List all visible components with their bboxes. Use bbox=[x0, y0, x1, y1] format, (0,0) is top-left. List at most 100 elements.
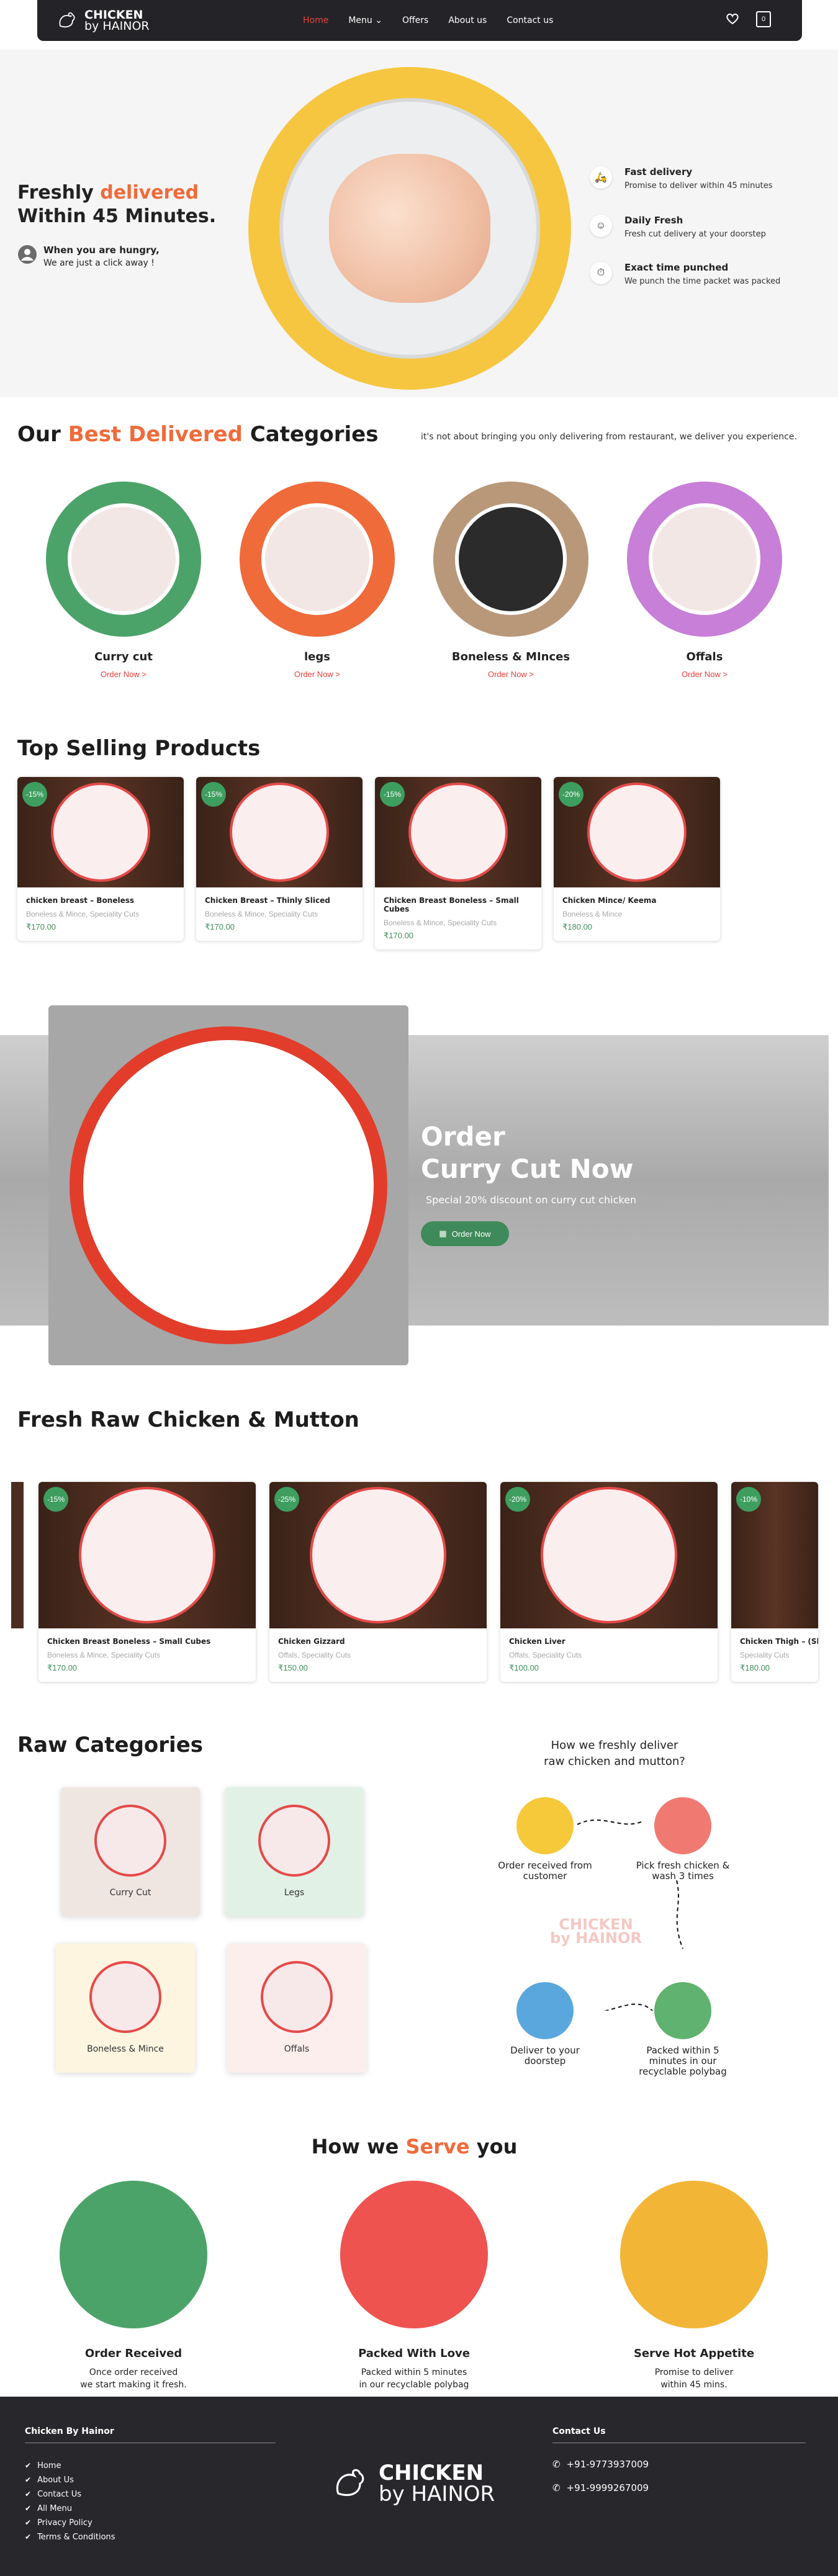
nav-menu[interactable]: Menu ⌄ bbox=[348, 16, 382, 25]
serve-title-part2: you bbox=[469, 2135, 518, 2158]
banner-line-1: Order bbox=[421, 1121, 505, 1152]
product-card[interactable]: -15% chicken breast – Boneless Boneless … bbox=[17, 777, 184, 941]
top-selling-title: Top Selling Products bbox=[17, 736, 261, 761]
discount-badge: -10% bbox=[736, 1487, 761, 1512]
category-legs[interactable]: legs Order Now > bbox=[240, 482, 395, 679]
product-image: -20% bbox=[554, 777, 720, 887]
feature-daily-fresh: ☺ Daily Fresh Fresh cut delivery at your … bbox=[590, 215, 766, 239]
phone-icon: ✆ bbox=[552, 2459, 561, 2470]
product-categories: Speciality Cuts bbox=[740, 1651, 790, 1659]
raw-category-name: Curry Cut bbox=[109, 1888, 151, 1898]
raw-category-offals[interactable]: Offals bbox=[227, 1944, 366, 2073]
cart-button[interactable]: 0 bbox=[756, 11, 771, 27]
product-image: -15% bbox=[196, 777, 363, 887]
nav-about[interactable]: About us bbox=[448, 16, 487, 25]
chicken-logo-icon bbox=[59, 12, 75, 28]
product-card[interactable]: -20% Chicken Mince/ Keema Boneless & Min… bbox=[554, 777, 720, 941]
category-boneless[interactable]: Boneless & MInces Order Now > bbox=[433, 482, 588, 679]
chicken-logo-icon bbox=[336, 2469, 364, 2497]
top-navbar: CHICKEN by HAINOR Home Menu ⌄ Offers Abo… bbox=[37, 0, 802, 41]
raw-category-curry-cut[interactable]: Curry Cut bbox=[61, 1787, 200, 1916]
footer-logo[interactable]: CHICKEN by HAINOR bbox=[330, 2462, 495, 2505]
raw-category-boneless[interactable]: Boneless & Mince bbox=[56, 1944, 195, 2073]
category-photo bbox=[261, 503, 373, 615]
category-photo bbox=[455, 503, 567, 615]
product-image: -15% bbox=[17, 777, 184, 887]
feature-text: We punch the time packet was packed bbox=[624, 277, 781, 286]
serve-order-received: Order Received Once order received we sta… bbox=[34, 2181, 233, 2391]
nav-offers[interactable]: Offers bbox=[402, 16, 428, 25]
order-now-link[interactable]: Order Now > bbox=[46, 670, 201, 679]
product-card[interactable]: -15% Chicken Breast Boneless – Small Cub… bbox=[38, 1482, 256, 1682]
product-name[interactable]: Chicken Breast – Thinly Sliced bbox=[205, 896, 354, 905]
how-deliver-title: How we freshly deliver raw chicken and m… bbox=[534, 1738, 695, 1770]
footer-link-menu[interactable]: All Menu bbox=[25, 2502, 115, 2516]
footer-link-home[interactable]: Home bbox=[25, 2459, 115, 2473]
order-now-link[interactable]: Order Now > bbox=[240, 670, 395, 679]
product-name[interactable]: Chicken Breast Boneless – Small Cubes bbox=[47, 1637, 247, 1646]
product-name[interactable]: Chicken Mince/ Keema bbox=[562, 896, 711, 905]
brand-logo[interactable]: CHICKEN by HAINOR bbox=[56, 9, 150, 32]
product-card[interactable]: -20% Chicken Liver Offals, Speciality Cu… bbox=[500, 1482, 718, 1682]
raw-categories-title: Raw Categories bbox=[17, 1733, 203, 1757]
footer-link-privacy[interactable]: Privacy Policy bbox=[25, 2516, 115, 2530]
product-categories: Boneless & Mince, Speciality Cuts bbox=[205, 910, 318, 918]
category-curry-cut[interactable]: Curry cut Order Now > bbox=[46, 482, 201, 679]
home-delivery-icon bbox=[620, 2181, 768, 2328]
hero-title: Freshly delivered Within 45 Minutes. bbox=[17, 181, 216, 228]
raw-category-image bbox=[94, 1805, 166, 1877]
how-deliver-line-2: raw chicken and mutton? bbox=[544, 1755, 685, 1768]
raw-category-legs[interactable]: Legs bbox=[225, 1787, 364, 1916]
footer-link-terms[interactable]: Terms & Conditions bbox=[25, 2530, 115, 2544]
discount-badge: -15% bbox=[22, 782, 47, 807]
nav-home[interactable]: Home bbox=[303, 16, 328, 25]
footer-link-contact[interactable]: Contact Us bbox=[25, 2487, 115, 2502]
discount-badge: -15% bbox=[380, 782, 405, 807]
product-card[interactable]: -15% Chicken Breast – Thinly Sliced Bone… bbox=[196, 777, 363, 941]
feature-text: Promise to deliver within 45 minutes bbox=[624, 181, 773, 191]
brand-line-2: by HAINOR bbox=[84, 19, 150, 33]
product-name[interactable]: chicken breast – Boneless bbox=[26, 896, 175, 905]
product-name[interactable]: Chicken Gizzard bbox=[278, 1637, 478, 1646]
raw-category-image bbox=[89, 1961, 161, 2033]
carousel-prev-card bbox=[11, 1482, 24, 1628]
phone-number: +91-9773937009 bbox=[566, 2459, 649, 2470]
categories-title-highlight: Best Delivered bbox=[68, 422, 243, 447]
order-now-link[interactable]: Order Now > bbox=[627, 670, 782, 679]
product-image: -15% bbox=[375, 777, 541, 887]
phone-1[interactable]: ✆ +91-9773937009 bbox=[552, 2459, 649, 2470]
cart-count: 0 bbox=[761, 16, 766, 23]
hero-hungry: When you are hungry, We are just a click… bbox=[17, 245, 160, 268]
product-card-partial[interactable]: -10% Chicken Thigh – (Skin Speciality Cu… bbox=[731, 1482, 818, 1682]
footer-link-about[interactable]: About Us bbox=[25, 2473, 115, 2487]
serve-line-1: Once order received bbox=[89, 2367, 178, 2377]
category-image bbox=[627, 482, 782, 637]
raw-category-name: Offals bbox=[284, 2044, 310, 2054]
chevron-down-icon: ⌄ bbox=[375, 16, 382, 25]
serve-title-highlight: Serve bbox=[405, 2135, 470, 2158]
product-categories: Boneless & Mince, Speciality Cuts bbox=[47, 1651, 161, 1659]
heart-icon[interactable] bbox=[725, 11, 740, 26]
serve-item-title: Packed With Love bbox=[358, 2347, 470, 2360]
serve-line-2: in our recyclable polybag bbox=[359, 2380, 469, 2390]
feature-fast-delivery: 🛵 Fast delivery Promise to deliver within… bbox=[590, 166, 773, 191]
product-plate bbox=[310, 1487, 446, 1623]
serve-line-2: within 45 mins. bbox=[660, 2380, 728, 2390]
product-name[interactable]: Chicken Thigh – (Skin bbox=[740, 1637, 818, 1646]
order-now-button[interactable]: ▦ Order Now bbox=[421, 1221, 509, 1246]
meal-box-icon bbox=[60, 2181, 207, 2328]
order-now-link[interactable]: Order Now > bbox=[433, 670, 588, 679]
banner-heading: Order Curry Cut Now bbox=[421, 1121, 633, 1185]
product-name[interactable]: Chicken Breast Boneless – Small Cubes bbox=[384, 896, 533, 913]
product-card[interactable]: -15% Chicken Breast Boneless – Small Cub… bbox=[375, 777, 541, 949]
discount-badge: -20% bbox=[559, 782, 583, 807]
grid-icon: ▦ bbox=[439, 1229, 447, 1238]
footer-brand-line-2: by HAINOR bbox=[379, 2482, 495, 2506]
category-image bbox=[433, 482, 588, 637]
nav-contact[interactable]: Contact us bbox=[507, 16, 553, 25]
phone-2[interactable]: ✆ +91-9999267009 bbox=[552, 2482, 649, 2493]
product-card[interactable]: -25% Chicken Gizzard Offals, Speciality … bbox=[269, 1482, 487, 1682]
product-name[interactable]: Chicken Liver bbox=[509, 1637, 709, 1646]
scooter-icon: 🛵 bbox=[590, 166, 612, 189]
category-offals[interactable]: Offals Order Now > bbox=[627, 482, 782, 679]
